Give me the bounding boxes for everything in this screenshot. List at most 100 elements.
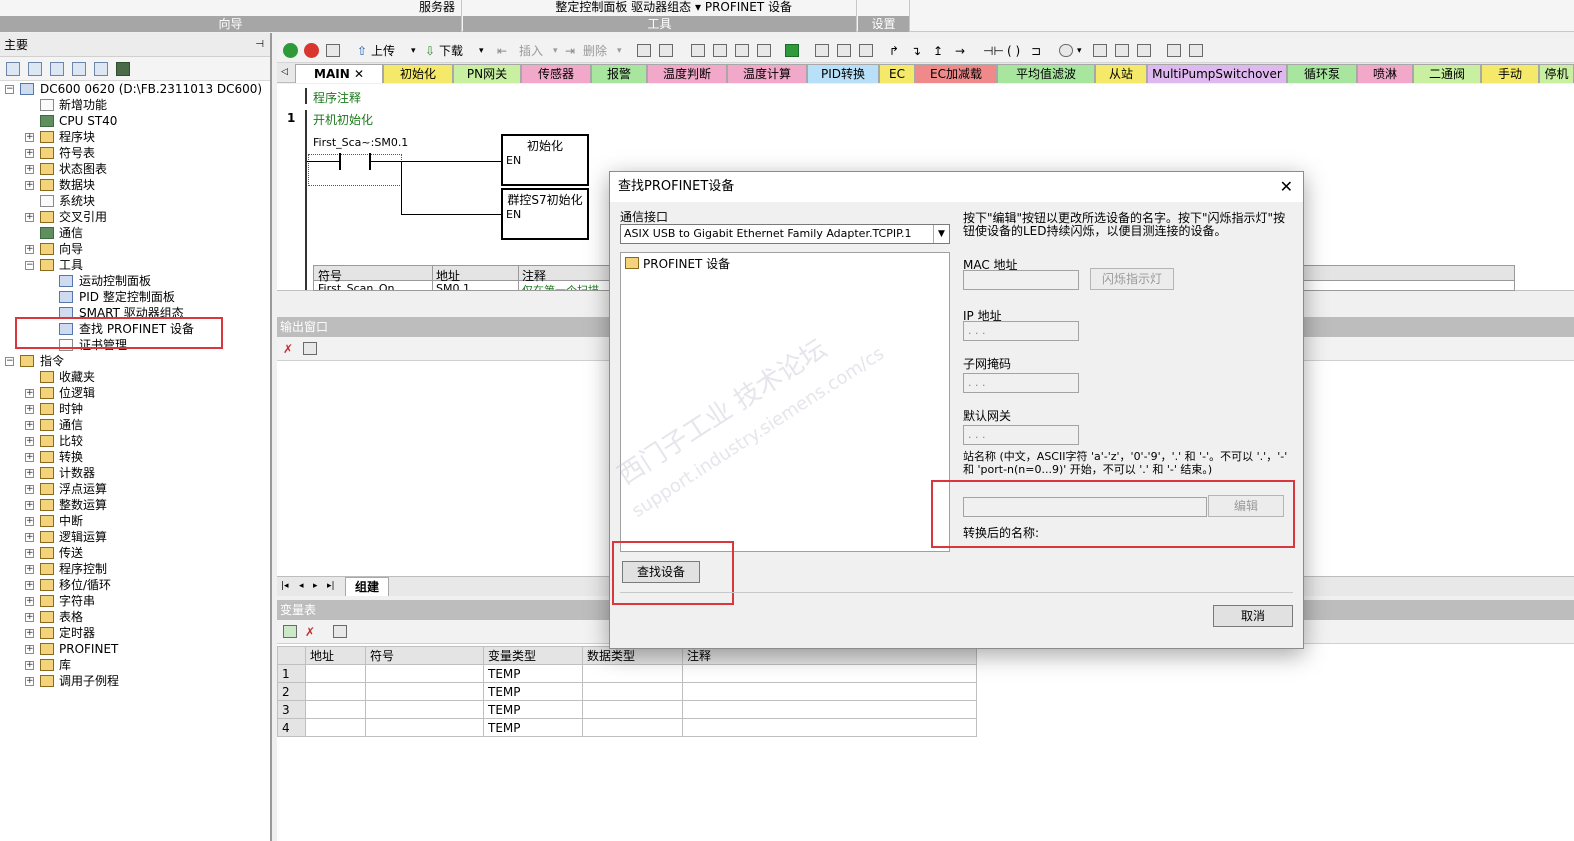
address-cell[interactable] [305,718,366,737]
expand-icon[interactable]: + [25,613,34,622]
view-icon[interactable] [691,44,705,57]
list-icon[interactable] [72,62,86,76]
monitor-icon[interactable] [116,62,130,76]
tree-item-whats-new[interactable]: 新增功能 [59,97,107,113]
tab-init[interactable]: 初始化 [383,64,453,83]
undo-icon[interactable] [713,44,727,57]
expand-icon[interactable]: + [25,597,34,606]
chevron-down-icon[interactable]: ▾ [553,43,558,59]
init-function-box[interactable]: 初始化 EN [501,134,589,186]
chevron-left-icon[interactable]: ◁ [281,64,288,80]
timer-icon[interactable] [757,44,771,57]
properties-icon[interactable] [1189,44,1203,57]
blink-led-button[interactable]: 闪烁指示灯 [1090,268,1174,290]
contact-icon[interactable]: ⊣⊢ [983,43,1004,59]
tree-item-interrupt[interactable]: 中断 [59,513,83,529]
tree-item-instructions[interactable]: 指令 [40,353,64,369]
tab-main[interactable]: MAIN ✕ [295,64,383,83]
tree-item-smart-drive[interactable]: SMART 驱动器组态 [79,305,184,317]
expand-icon[interactable]: + [25,565,34,574]
tree-item-table[interactable]: 表格 [59,609,83,625]
tree-item-convert[interactable]: 转换 [59,449,83,465]
expand-icon[interactable]: + [25,533,34,542]
nav-first-icon[interactable]: |◂ [281,578,289,594]
address-cell[interactable] [305,682,366,701]
expand-icon[interactable]: + [25,421,34,430]
expand-icon[interactable]: + [25,389,34,398]
tab-circulation-pump[interactable]: 循环泵 [1287,64,1357,83]
lock-icon[interactable] [837,44,851,57]
label-icon[interactable] [1059,44,1073,57]
edit-icon[interactable] [1115,44,1129,57]
symbol-cell[interactable] [365,700,484,719]
symbol-cell[interactable] [365,718,484,737]
device-tree-root[interactable]: PROFINET 设备 [643,255,730,272]
program-comment[interactable]: 程序注释 [313,89,361,106]
tab-slave[interactable]: 从站 [1095,64,1147,83]
expand-icon[interactable]: + [25,581,34,590]
contact-label[interactable]: First_Sca~:SM0.1 [313,136,408,149]
tab-pn-gateway[interactable]: PN网关 [453,64,521,83]
data-type-cell[interactable] [582,664,683,683]
tree-item-string[interactable]: 字符串 [59,593,95,609]
tree-item-cross-ref[interactable]: 交叉引用 [59,209,107,225]
ribbon-items-tools[interactable]: 整定控制面板 驱动器组态 ▾ PROFINET 设备 [555,0,792,15]
tree-item-integer[interactable]: 整数运算 [59,497,107,513]
table-row[interactable]: 1 TEMP [277,664,977,683]
expand-icon[interactable]: + [25,453,34,462]
tab-ec[interactable]: EC [879,64,915,83]
expand-icon[interactable]: + [25,677,34,686]
tab-spray[interactable]: 喷淋 [1357,64,1413,83]
tab-pid[interactable]: PID转换 [807,64,879,83]
tree-item-program-block[interactable]: 程序块 [59,129,95,145]
tab-shutdown[interactable]: 停机 [1539,64,1574,83]
download-button[interactable]: 下载 [439,43,463,59]
network-icon[interactable] [659,44,673,57]
tree-item-symbol-table[interactable]: 符号表 [59,145,95,161]
ip-field[interactable]: . . . [963,321,1079,341]
chevron-down-icon[interactable]: ▾ [411,43,416,59]
gateway-field[interactable]: . . . [963,425,1079,445]
expand-icon[interactable]: + [25,245,34,254]
tab-ec-load[interactable]: EC加减载 [915,64,997,83]
expand-icon[interactable]: + [25,437,34,446]
box-icon[interactable]: ⊐ [1031,43,1041,59]
refresh-icon[interactable] [333,625,347,638]
tab-alarm[interactable]: 报警 [591,64,647,83]
tree-item-project[interactable]: DC600 0620 (D:\FB.2311013 DC600) [40,81,262,97]
table-row[interactable]: 4 TEMP [277,718,977,737]
chevron-down-icon[interactable]: ▾ [617,43,622,59]
cancel-button[interactable]: 取消 [1213,605,1293,627]
stop-icon[interactable] [304,43,319,58]
chevron-down-icon[interactable]: ▾ [479,43,484,59]
data-type-cell[interactable] [582,718,683,737]
tree-item-counter[interactable]: 计数器 [59,465,95,481]
tree-item-comm-instr[interactable]: 通信 [59,417,83,433]
network-icon[interactable] [637,44,651,57]
expand-icon[interactable]: + [25,645,34,654]
tab-build[interactable]: 组建 [345,577,389,596]
insert-button[interactable]: 插入 [519,43,543,59]
comment-cell[interactable] [682,718,977,737]
expand-icon[interactable]: + [25,165,34,174]
tree-item-cpu[interactable]: CPU ST40 [59,113,117,129]
subnet-field[interactable]: . . . [963,373,1079,393]
tree-item-wizard[interactable]: 向导 [59,241,83,257]
network-title[interactable]: 开机初始化 [313,111,373,128]
tree-item-profinet[interactable]: PROFINET [59,641,118,657]
bookmark-icon[interactable] [1167,44,1181,57]
insert-row-icon[interactable] [283,625,297,638]
expand-icon[interactable]: + [25,485,34,494]
pin-icon[interactable]: ⊣ [255,33,264,57]
tree-item-bit-logic[interactable]: 位逻辑 [59,385,95,401]
tree-item-communication[interactable]: 通信 [59,225,83,241]
tree-item-timer[interactable]: 定时器 [59,625,95,641]
tree-item-shift[interactable]: 移位/循环 [59,577,111,593]
expand-icon[interactable]: + [25,661,34,670]
tree-item-logic-op[interactable]: 逻辑运算 [59,529,107,545]
tree-item-motion-panel[interactable]: 运动控制面板 [79,273,151,289]
tab-average-filter[interactable]: 平均值滤波 [997,64,1095,83]
tree-item-status-chart[interactable]: 状态图表 [59,161,107,177]
interface-select[interactable]: ASIX USB to Gigabit Ethernet Family Adap… [620,224,950,244]
line-up-icon[interactable]: ↥ [933,43,943,59]
